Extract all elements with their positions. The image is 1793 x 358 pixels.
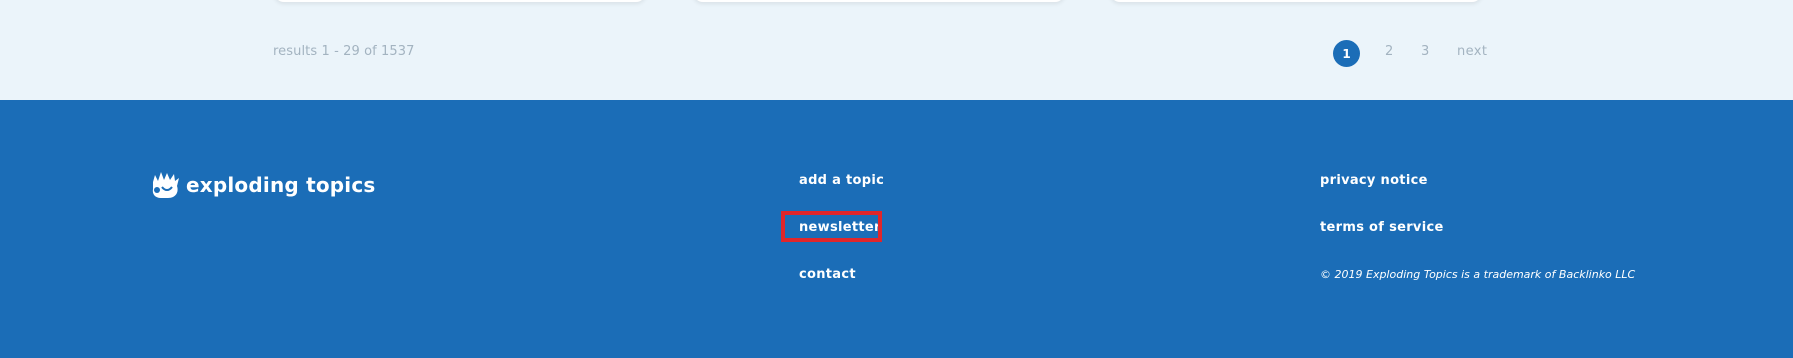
footer-logo[interactable]: exploding topics xyxy=(151,170,376,200)
exploding-splash-icon xyxy=(152,172,179,198)
privacy-notice-link[interactable]: privacy notice xyxy=(1320,173,1428,188)
newsletter-link[interactable]: newsletter xyxy=(799,220,881,235)
terms-of-service-link[interactable]: terms of service xyxy=(1320,220,1444,235)
site-footer: exploding topics add a topic newsletter … xyxy=(0,100,1793,358)
contact-link[interactable]: contact xyxy=(799,267,856,282)
logo-text: exploding topics xyxy=(186,173,376,197)
page-3-link[interactable]: 3 xyxy=(1421,44,1429,59)
topic-card[interactable] xyxy=(693,0,1065,2)
copyright-text: © 2019 Exploding Topics is a trademark o… xyxy=(1320,268,1636,281)
topic-card[interactable] xyxy=(274,0,646,2)
page-1-button[interactable]: 1 xyxy=(1333,40,1360,67)
next-page-link[interactable]: next xyxy=(1457,44,1487,59)
results-count: results 1 - 29 of 1537 xyxy=(273,44,415,59)
add-a-topic-link[interactable]: add a topic xyxy=(799,173,884,188)
page-2-link[interactable]: 2 xyxy=(1385,44,1393,59)
results-section: results 1 - 29 of 1537 1 2 3 next xyxy=(0,0,1793,100)
topic-card[interactable] xyxy=(1110,0,1482,2)
